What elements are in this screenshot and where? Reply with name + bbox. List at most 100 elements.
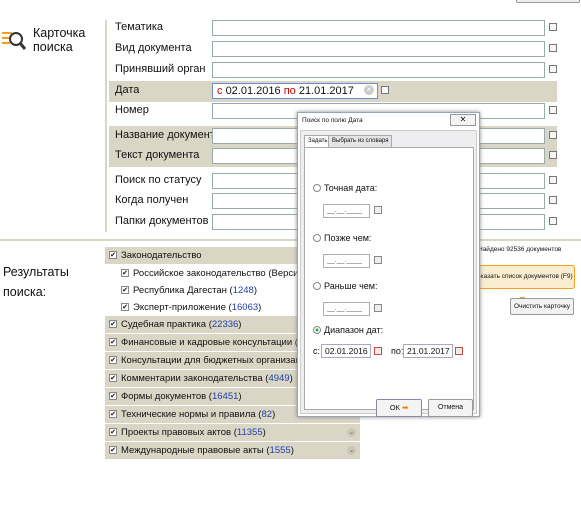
tree-count[interactable]: 16451	[212, 391, 238, 402]
dictionary-icon[interactable]	[381, 86, 389, 94]
checkbox-icon[interactable]: ✔	[109, 392, 117, 401]
field-label: Номер	[115, 104, 149, 116]
date-field[interactable]: с 02.01.2016 по 21.01.2017 ×	[212, 83, 378, 99]
dictionary-icon[interactable]	[549, 23, 557, 31]
field-label: Папки документов	[115, 215, 209, 227]
dictionary-icon[interactable]	[549, 176, 557, 184]
date-search-dialog: Поиск по полю Дата ✕ Задать Выбрать из с…	[297, 112, 480, 417]
dictionary-icon[interactable]	[549, 106, 557, 114]
dictionary-icon[interactable]	[549, 217, 557, 225]
checkbox-icon[interactable]: ✔	[121, 269, 129, 278]
found-count: Найдено 92536 документов	[478, 246, 562, 253]
checkbox-icon[interactable]: ✔	[109, 410, 117, 419]
search-card-icon	[2, 32, 26, 50]
field-input[interactable]	[212, 41, 545, 57]
form-row: Тематика	[109, 18, 557, 39]
checkbox-icon[interactable]: ✔	[109, 374, 117, 383]
clear-icon[interactable]: ×	[364, 85, 374, 95]
range-from-field[interactable]: 02.01.2016	[321, 344, 371, 358]
tree-item[interactable]: ✔ Международные правовые акты (1555) ⌄	[105, 442, 360, 459]
from-label: с:	[313, 346, 321, 356]
tree-count[interactable]: 82	[261, 409, 272, 420]
dictionary-icon[interactable]	[549, 151, 557, 159]
tree-count[interactable]: 4949	[268, 373, 289, 384]
tree-label: Комментарии законодательства	[121, 373, 263, 384]
before-date-field[interactable]: __.__.____	[323, 302, 370, 316]
date-from: 02.01.2016	[225, 85, 281, 97]
tree-label: Республика Дагестан	[133, 285, 227, 296]
show-documents-button[interactable]: Показать список документов (F9) ➡	[470, 265, 575, 302]
checkbox-icon[interactable]: ✔	[109, 446, 117, 455]
form-row: Вид документа	[109, 39, 557, 60]
field-input[interactable]	[212, 62, 545, 78]
tree-label: Консультации для бюджетных организаций	[121, 355, 312, 366]
after-date-field[interactable]: __.__.____	[323, 254, 370, 268]
tree-count[interactable]: 22336	[212, 319, 238, 330]
radio-range[interactable]: Диапазон дат:	[313, 325, 383, 335]
calendar-icon[interactable]	[455, 347, 463, 355]
date-from-prefix: с	[217, 85, 223, 97]
chevron-down-icon[interactable]: ⌄	[347, 428, 356, 437]
tree-count[interactable]: 1248	[233, 285, 254, 296]
calendar-icon[interactable]	[374, 256, 382, 264]
radio-before[interactable]: Раньше чем:	[313, 281, 377, 291]
ok-button[interactable]: ОК ➡	[376, 399, 422, 417]
radio-exact[interactable]: Точная дата:	[313, 183, 377, 193]
tree-label: Эксперт-приложение	[133, 302, 226, 313]
tree-label: Технические нормы и правила	[121, 409, 256, 420]
radio-icon	[313, 234, 321, 242]
checkbox-icon[interactable]: ✔	[109, 428, 117, 437]
radio-selected-icon	[313, 326, 321, 334]
dialog-body: Задать Выбрать из словаря Точная дата: _…	[300, 130, 477, 417]
tree-label: Проекты правовых актов	[121, 427, 232, 438]
divider	[105, 20, 107, 232]
checkbox-icon[interactable]: ✔	[109, 338, 117, 347]
chevron-down-icon[interactable]: ⌄	[347, 446, 356, 455]
results-title: Результаты поиска:	[3, 265, 69, 299]
tree-count[interactable]: 11355	[237, 427, 263, 438]
field-label: Принявший орган	[115, 63, 206, 75]
clear-card-button[interactable]: Очистить карточку	[510, 298, 574, 315]
radio-icon	[313, 282, 321, 290]
tree-label: Формы документов	[121, 391, 207, 402]
field-label: Дата	[115, 84, 140, 96]
tab-panel: Точная дата: __.__.____ Позже чем: __.__…	[304, 147, 474, 417]
date-to-prefix: по	[283, 85, 296, 97]
field-label: Когда получен	[115, 194, 189, 206]
top-button[interactable]	[516, 0, 580, 3]
form-row: Принявший орган	[109, 60, 557, 81]
checkbox-icon[interactable]: ✔	[121, 286, 129, 295]
exact-date-field[interactable]: __.__.____	[323, 204, 370, 218]
date-to: 21.01.2017	[298, 85, 354, 97]
to-label: по:	[391, 346, 404, 356]
calendar-icon[interactable]	[374, 206, 382, 214]
separator	[0, 239, 581, 241]
close-icon[interactable]: ✕	[450, 114, 476, 126]
range-to-field[interactable]: 21.01.2017	[403, 344, 453, 358]
field-label: Поиск по статусу	[115, 174, 202, 186]
dictionary-icon[interactable]	[549, 44, 557, 52]
calendar-icon[interactable]	[374, 304, 382, 312]
tree-label: Международные правовые акты	[121, 445, 264, 456]
form-row: Дата с 02.01.2016 по 21.01.2017 ×	[109, 81, 557, 102]
cancel-button[interactable]: Отмена	[428, 399, 473, 417]
field-label: Вид документа	[115, 42, 192, 54]
dictionary-icon[interactable]	[549, 65, 557, 73]
dictionary-icon[interactable]	[549, 131, 557, 139]
tree-label: Законодательство	[121, 250, 202, 261]
radio-after[interactable]: Позже чем:	[313, 233, 371, 243]
calendar-icon[interactable]	[374, 347, 382, 355]
tree-count[interactable]: 16063	[232, 302, 258, 313]
page-title: Карточка поиска	[33, 26, 86, 54]
radio-icon	[313, 184, 321, 192]
field-label: Название документа	[115, 129, 221, 141]
tree-label: Финансовые и кадровые консультации	[121, 337, 293, 348]
checkbox-icon[interactable]: ✔	[121, 303, 129, 312]
tree-count[interactable]: 1555	[270, 445, 291, 456]
checkbox-icon[interactable]: ✔	[109, 251, 117, 260]
dictionary-icon[interactable]	[549, 196, 557, 204]
field-input[interactable]	[212, 20, 545, 36]
checkbox-icon[interactable]: ✔	[109, 356, 117, 365]
tree-item[interactable]: ✔ Проекты правовых актов (11355) ⌄	[105, 424, 360, 441]
checkbox-icon[interactable]: ✔	[109, 320, 117, 329]
